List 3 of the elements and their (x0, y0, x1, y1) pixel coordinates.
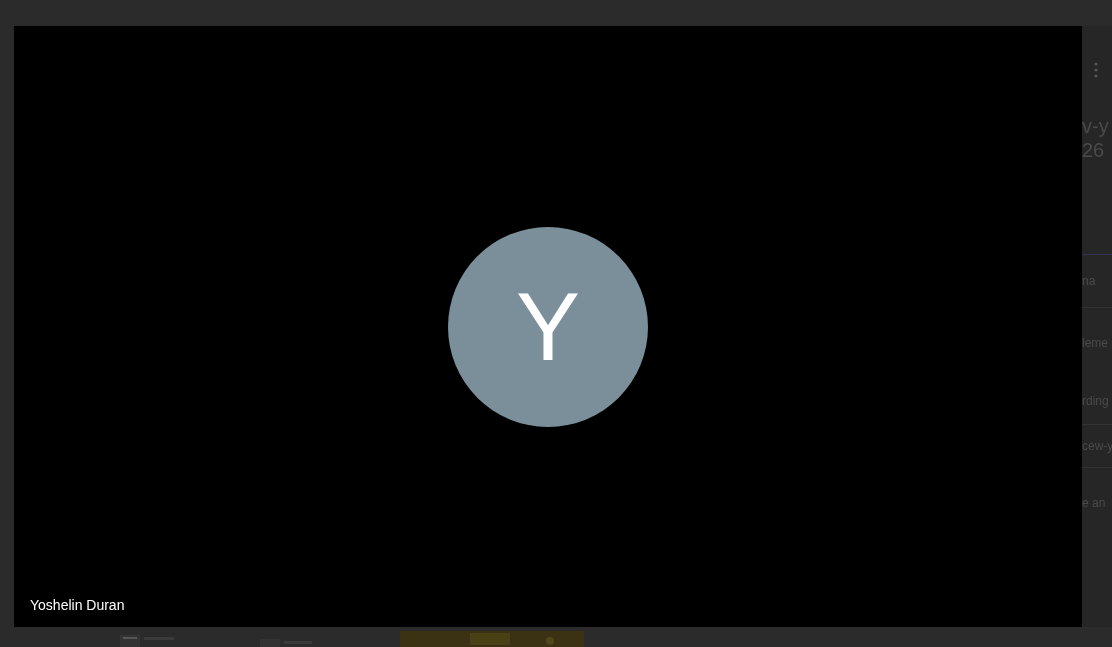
participant-name: Yoshelin Duran (30, 597, 125, 613)
avatar: Y (448, 226, 648, 427)
more-icon[interactable] (1094, 62, 1098, 78)
